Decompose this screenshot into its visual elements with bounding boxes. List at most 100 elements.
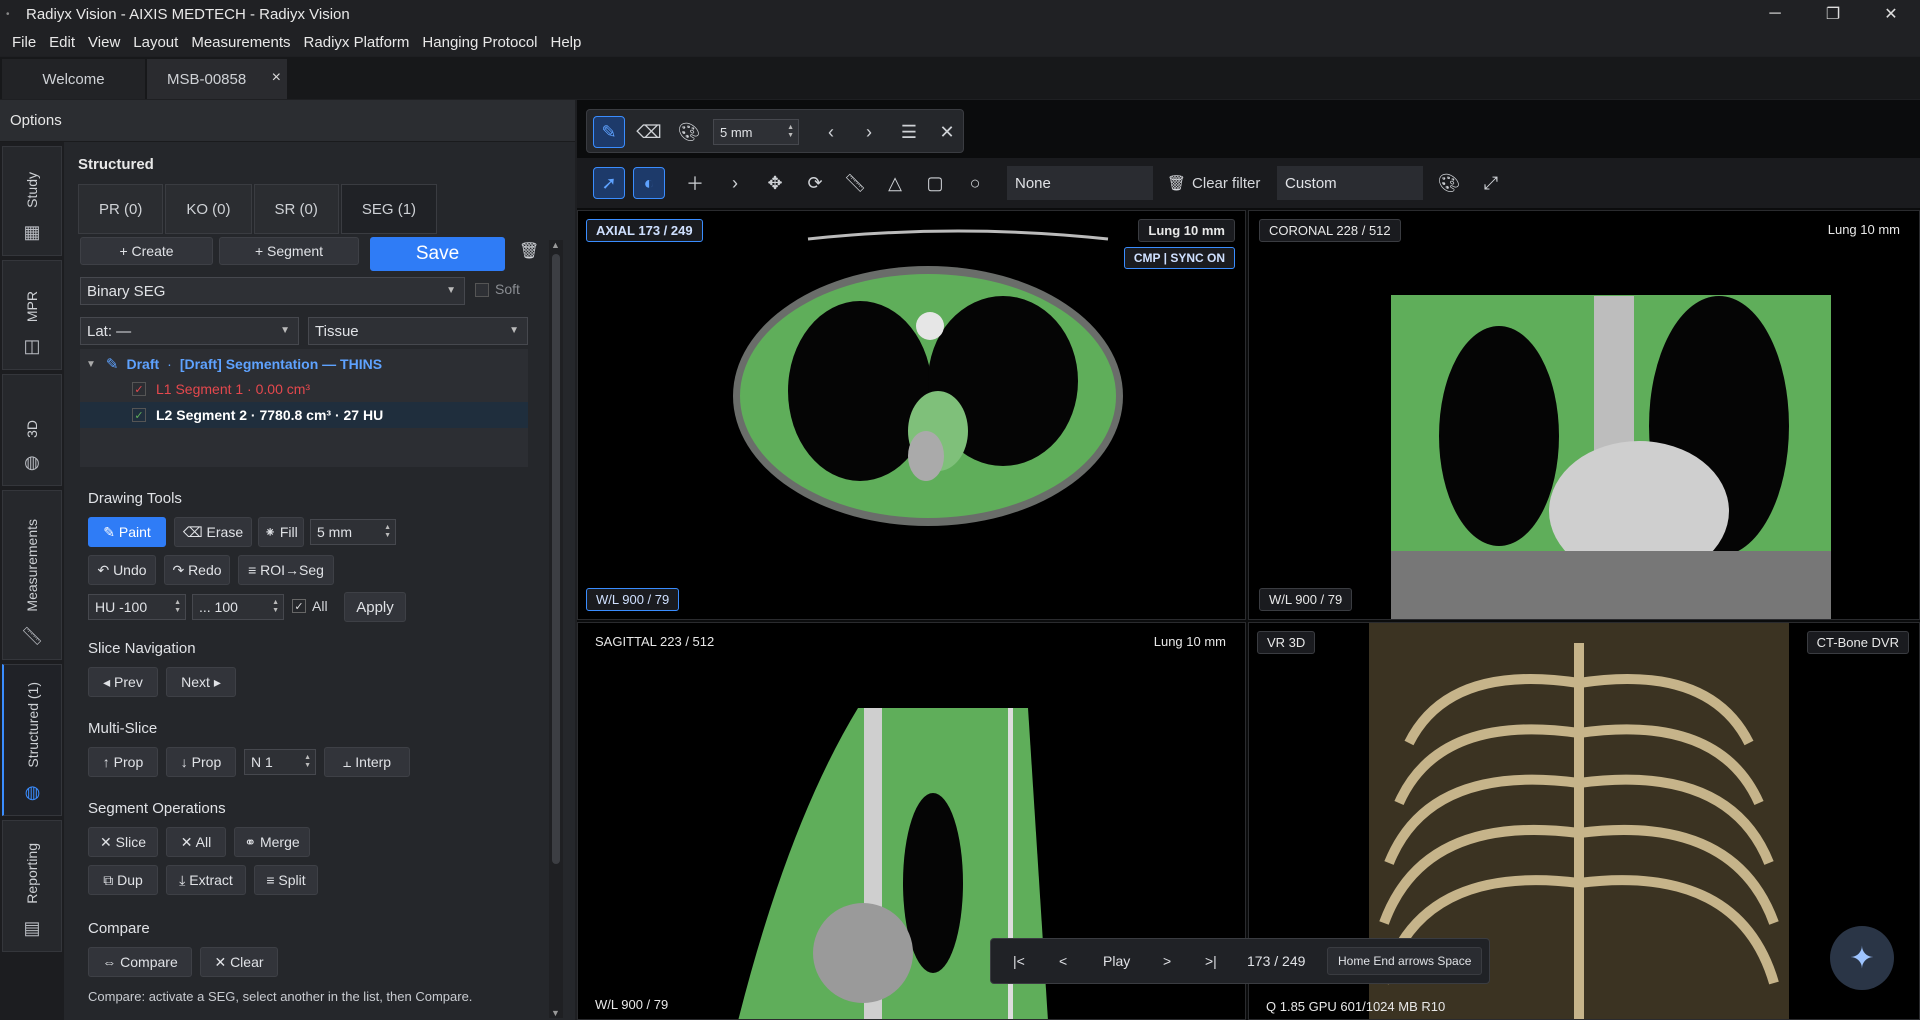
prev-frame-button[interactable]: < — [1059, 953, 1067, 969]
menu-file[interactable]: File — [12, 34, 36, 51]
create-button[interactable]: + Create — [80, 237, 213, 265]
chevron-right-icon[interactable]: › — [853, 116, 885, 148]
draft-row[interactable]: ▼ ✎ Draft · [Draft] Segmentation — THINS — [80, 351, 528, 377]
ellipse-icon[interactable]: ○ — [959, 167, 991, 199]
first-slice-button[interactable]: |< — [1013, 953, 1025, 969]
next-frame-button[interactable]: > — [1163, 953, 1171, 969]
fullscreen-icon[interactable]: ⤢ — [1475, 167, 1507, 199]
sidenav-measurements[interactable]: Measurements 📏︎ — [2, 490, 62, 660]
extract-button[interactable]: ⤓ Extract — [166, 865, 246, 895]
list-icon[interactable]: ☰ — [893, 116, 925, 148]
apply-button[interactable]: Apply — [344, 592, 406, 622]
interpolate-button[interactable]: ⫠ Interp — [324, 747, 410, 777]
menu-radiyx-platform[interactable]: Radiyx Platform — [304, 34, 410, 51]
clear-filter-button[interactable]: 🗑︎ Clear filter — [1167, 174, 1260, 193]
ruler-icon[interactable]: 📏︎ — [839, 167, 871, 199]
n-spinner[interactable]: N 1 ▲ ▼ — [244, 749, 316, 775]
filter-select[interactable]: None — [1007, 166, 1153, 200]
add-segment-button[interactable]: + Segment — [219, 237, 359, 265]
segment-1-checkbox[interactable]: ✓ — [132, 382, 146, 396]
chevron-right-icon[interactable]: › — [719, 167, 751, 199]
save-button[interactable]: Save — [370, 237, 505, 271]
palette-icon[interactable]: 🎨︎ — [1433, 167, 1465, 199]
menu-hanging-protocol[interactable]: Hanging Protocol — [422, 34, 537, 51]
menu-layout[interactable]: Layout — [133, 34, 178, 51]
delete-all-button[interactable]: ✕ All — [166, 827, 226, 857]
roi-to-seg-button[interactable]: ≡ ROI→Seg — [238, 555, 334, 585]
tab-welcome[interactable]: Welcome — [2, 59, 145, 99]
split-button[interactable]: ≡ Split — [254, 865, 318, 895]
rotate-icon[interactable]: ⟳ — [799, 167, 831, 199]
sidenav-reporting[interactable]: Reporting ▤ — [2, 820, 62, 952]
all-checkbox[interactable]: ✓ — [292, 599, 306, 613]
duplicate-button[interactable]: ⧉ Dup — [88, 865, 158, 895]
axial-viewport[interactable]: AXIAL 173 / 249 Lung 10 mm CMP | SYNC ON… — [577, 210, 1246, 620]
prev-slice-button[interactable]: ◂ Prev — [88, 667, 158, 697]
main-toolbar: ➚ ◐ ＋ › ✥ ⟳ 📏︎ △ ▢ ○ None 🗑︎ Clear filte… — [577, 158, 1920, 208]
rectangle-icon[interactable]: ▢ — [919, 167, 951, 199]
angle-icon[interactable]: △ — [879, 167, 911, 199]
pan-icon[interactable]: ✥ — [759, 167, 791, 199]
last-slice-button[interactable]: >| — [1205, 953, 1217, 969]
sidenav-study[interactable]: Study ▦ — [2, 146, 62, 256]
palette-icon[interactable]: 🎨︎ — [673, 116, 705, 148]
tab-seg[interactable]: SEG (1) — [340, 184, 438, 234]
eraser-icon[interactable]: ⌫ — [633, 116, 665, 148]
ai-assistant-button[interactable]: ✦ — [1830, 926, 1894, 990]
segment-2-checkbox[interactable]: ✓ — [132, 408, 146, 422]
segment-row-2[interactable]: ✓ L2 Segment 2 · 7780.8 cm³ · 27 HU — [80, 402, 528, 428]
tissue-select[interactable]: Tissue ▼ — [308, 317, 528, 345]
chevron-left-icon[interactable]: ‹ — [815, 116, 847, 148]
hu-max-spinner[interactable]: ... 100 ▲ ▼ — [192, 594, 284, 620]
fill-button[interactable]: ⁕ Fill — [258, 517, 304, 547]
next-slice-button[interactable]: Next ▸ — [166, 667, 236, 697]
close-window-button[interactable]: ✕ — [1862, 0, 1920, 28]
play-button[interactable]: Play — [1103, 953, 1130, 969]
sagittal-preset: Lung 10 mm — [1153, 634, 1226, 649]
seg-type-select[interactable]: Binary SEG ▼ — [80, 277, 465, 305]
collapse-icon[interactable]: ▼ — [86, 359, 96, 370]
merge-button[interactable]: ⚭ Merge — [234, 827, 310, 857]
trash-icon[interactable]: 🗑︎ — [519, 241, 539, 261]
redo-button[interactable]: ↷ Redo — [164, 555, 230, 585]
menu-help[interactable]: Help — [551, 34, 582, 51]
segment-row-1[interactable]: ✓ L1 Segment 1 · 0.00 cm³ — [80, 376, 528, 402]
erase-button[interactable]: ⌫ Erase — [174, 517, 252, 547]
soft-checkbox[interactable] — [475, 283, 489, 297]
paint-button[interactable]: ✎ Paint — [88, 517, 166, 547]
sidenav-mpr[interactable]: MPR ◫ — [2, 260, 62, 370]
title-bar: • Radiyx Vision - AIXIS MEDTECH - Radiyx… — [0, 0, 1920, 28]
compare-button[interactable]: ⇔ Compare — [88, 947, 192, 977]
menu-view[interactable]: View — [88, 34, 120, 51]
tab-study[interactable]: MSB-00858 × — [147, 59, 287, 99]
crosshair-icon[interactable]: ＋ — [679, 167, 711, 199]
clear-compare-button[interactable]: ✕ Clear — [200, 947, 278, 977]
propagate-down-button[interactable]: ↓ Prop — [166, 747, 236, 777]
close-tab-icon[interactable]: × — [272, 69, 281, 87]
undo-button[interactable]: ↶ Undo — [88, 555, 156, 585]
laterality-select[interactable]: Lat: — ▼ — [80, 317, 299, 345]
delete-slice-button[interactable]: ✕ Slice — [88, 827, 158, 857]
close-icon[interactable]: ✕ — [931, 116, 963, 148]
coronal-viewport[interactable]: CORONAL 228 / 512 Lung 10 mm W/L 900 / 7… — [1248, 210, 1920, 620]
display-mode-icon[interactable]: ◐ — [633, 167, 665, 199]
segment-1-label: L1 Segment 1 · 0.00 cm³ — [156, 381, 311, 397]
minimize-button[interactable]: ─ — [1746, 0, 1804, 28]
tab-pr[interactable]: PR (0) — [78, 184, 164, 234]
sidenav-structured[interactable]: Structured (1) ◍ — [2, 664, 62, 816]
panel-scrollbar[interactable]: ▲ ▼ — [549, 240, 563, 1018]
menu-edit[interactable]: Edit — [49, 34, 75, 51]
sidenav-3d[interactable]: 3D ◍ — [2, 374, 62, 486]
toolbar-brush-size[interactable]: 5 mm ▲ ▼ — [713, 119, 799, 145]
tab-sr[interactable]: SR (0) — [253, 184, 339, 234]
pencil-tool-icon[interactable]: ✎ — [593, 116, 625, 148]
menu-measurements[interactable]: Measurements — [191, 34, 290, 51]
pointer-icon[interactable]: ➚ — [593, 167, 625, 199]
preset-select[interactable]: Custom — [1277, 166, 1423, 200]
sync-badge[interactable]: CMP | SYNC ON — [1123, 247, 1235, 269]
tab-ko[interactable]: KO (0) — [165, 184, 252, 234]
maximize-button[interactable]: ❐ — [1804, 0, 1862, 28]
brush-size-spinner[interactable]: 5 mm ▲ ▼ — [310, 519, 396, 545]
hu-min-spinner[interactable]: HU -100 ▲ ▼ — [88, 594, 186, 620]
propagate-up-button[interactable]: ↑ Prop — [88, 747, 158, 777]
